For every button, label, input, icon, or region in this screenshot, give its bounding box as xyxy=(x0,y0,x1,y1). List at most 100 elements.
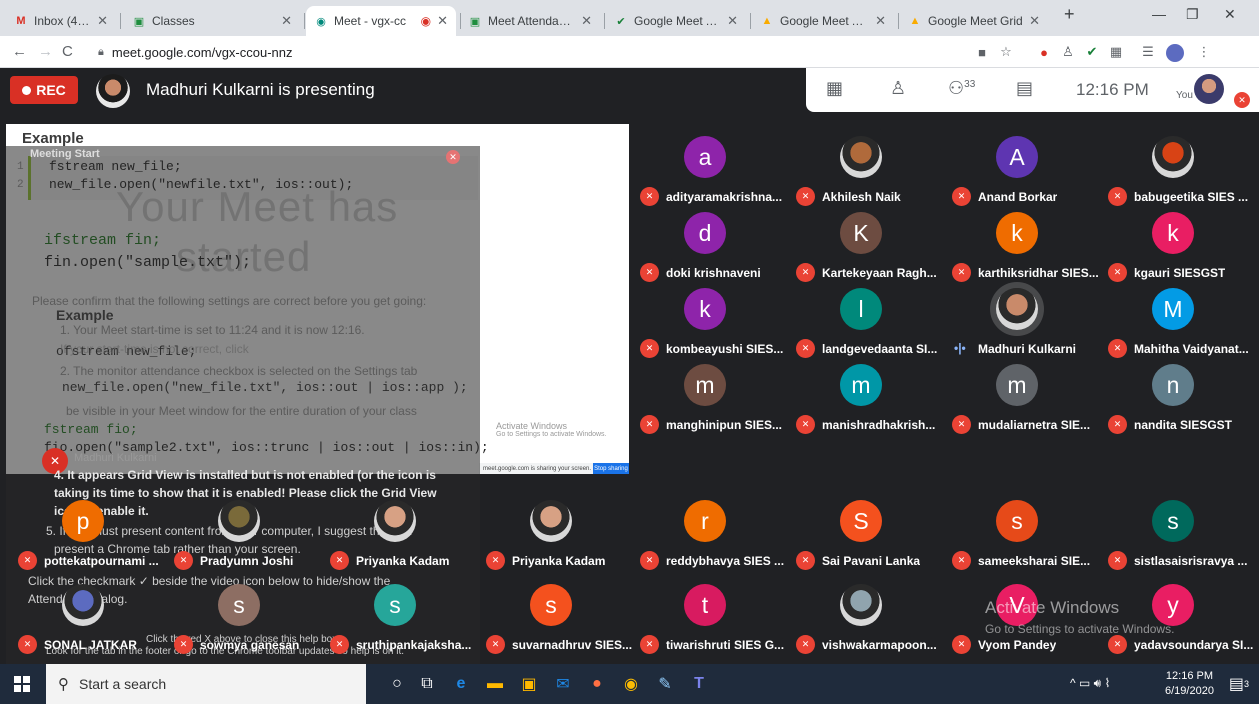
camera-blocked-icon[interactable]: ■ xyxy=(974,44,990,60)
notifications-icon[interactable]: ▤ 3 xyxy=(1228,673,1250,695)
browser-tab[interactable]: ✔ Google Meet Atte ✕ xyxy=(606,6,746,36)
participant-tile[interactable]: ✕ babugeetika SIES ... xyxy=(1104,136,1259,216)
teams-icon[interactable]: T xyxy=(688,673,710,695)
record-label: REC xyxy=(36,82,66,98)
chrome-icon[interactable]: ◉ xyxy=(620,673,642,695)
mic-muted-icon: ✕ xyxy=(18,635,37,654)
edge-icon[interactable]: e xyxy=(450,673,472,695)
tab-label: Meet - vgx-cc xyxy=(334,14,407,28)
browser-tab[interactable]: ▲ Google Meet Atte ✕ xyxy=(752,6,894,36)
tab-separator xyxy=(120,13,121,29)
grid-extension-icon[interactable]: ▦ xyxy=(1108,44,1124,60)
close-tab-icon[interactable]: ✕ xyxy=(875,13,886,29)
browser-tab[interactable]: ▲ Google Meet Grid ✕ xyxy=(900,6,1048,36)
browser-tab[interactable]: ▣ Classes ✕ xyxy=(124,6,300,36)
participant-tile[interactable]: s ✕ sruthipankajaksha... xyxy=(326,584,482,664)
menu-icon[interactable]: ⋮ xyxy=(1196,44,1212,60)
close-tab-icon[interactable]: ✕ xyxy=(1029,13,1040,29)
reading-list-icon[interactable]: ☰ xyxy=(1140,44,1156,60)
mail-icon[interactable]: ✉ xyxy=(552,673,574,695)
participant-tile[interactable]: p ✕ pottekatpournami ... xyxy=(14,500,170,580)
browser-tab[interactable]: M Inbox (4,547) - sor ✕ xyxy=(6,6,116,36)
avatar-initial: k xyxy=(1011,219,1023,246)
self-avatar[interactable] xyxy=(1194,74,1224,104)
firefox-icon[interactable]: ● xyxy=(586,673,608,695)
chat-icon[interactable]: ▤ xyxy=(1016,78,1033,99)
close-tab-icon[interactable]: ✕ xyxy=(437,13,448,29)
participant-tile[interactable]: l ✕ landgevedaanta SI... xyxy=(792,288,948,368)
address-bar[interactable]: 🔒︎ meet.google.com/vgx-ccou-nnz xyxy=(88,39,918,65)
mic-muted-icon: ✕ xyxy=(486,551,505,570)
forward-icon[interactable]: → xyxy=(38,43,53,60)
participant-tile[interactable]: m ✕ mudaliarnetra SIE... xyxy=(948,364,1104,444)
participant-tile[interactable]: ✕ Priyanka Kadam xyxy=(326,500,482,580)
participant-tile[interactable]: s ✕ suvarnadhruv SIES... xyxy=(482,584,638,664)
participant-tile[interactable]: k ✕ kombeayushi SIES... xyxy=(636,288,792,368)
taskbar-clock[interactable]: 12:16 PM 6/19/2020 xyxy=(1165,669,1214,699)
participant-tile[interactable]: m ✕ manishradhakrish... xyxy=(792,364,948,444)
checkmark-extension-icon[interactable]: ✔ xyxy=(1084,44,1100,60)
participant-tile[interactable]: n ✕ nandita SIESGST xyxy=(1104,364,1259,444)
bookmark-star-icon[interactable]: ☆ xyxy=(998,44,1014,60)
participant-tile[interactable]: r ✕ reddybhavya SIES ... xyxy=(636,500,792,580)
participant-name: Anand Borkar xyxy=(978,190,1058,204)
participant-avatar: k xyxy=(684,288,726,330)
participant-tile[interactable]: k ✕ kgauri SIESGST xyxy=(1104,212,1259,292)
grid-view-icon[interactable]: ▦ xyxy=(826,78,843,99)
meeting-clock: 12:16 PM xyxy=(1076,80,1149,99)
participant-name: nandita SIESGST xyxy=(1134,418,1233,432)
participant-tile[interactable]: ✕ vishwakarmapoon... xyxy=(792,584,948,664)
participant-tile[interactable]: •|• Madhuri Kulkarni xyxy=(948,288,1104,368)
app-icon[interactable]: ✎ xyxy=(654,673,676,695)
meet-attendance-extension-icon[interactable]: ♙ xyxy=(1060,44,1076,60)
participant-name: yadavsoundarya SI... xyxy=(1134,638,1254,652)
participant-tile[interactable]: a ✕ adityaramakrishna... xyxy=(636,136,792,216)
attendance-icon[interactable]: ♙ xyxy=(890,78,906,99)
close-tab-icon[interactable]: ✕ xyxy=(97,13,108,29)
participant-tile[interactable]: k ✕ karthiksridhar SIES... xyxy=(948,212,1104,292)
tab-separator xyxy=(604,13,605,29)
participant-tile[interactable]: s ✕ sowmya ganesan xyxy=(170,584,326,664)
participant-tile[interactable]: s ✕ sistlasaisrisravya ... xyxy=(1104,500,1259,580)
line-number: 1 xyxy=(17,161,24,173)
participant-tile[interactable]: ✕ SONAL JATKAR xyxy=(14,584,170,664)
participant-tile[interactable]: m ✕ manghinipun SIES... xyxy=(636,364,792,444)
cortana-icon[interactable]: ○ xyxy=(386,673,408,695)
participant-photo xyxy=(62,584,104,626)
new-tab-button[interactable]: + xyxy=(1064,4,1075,25)
reload-icon[interactable]: C xyxy=(62,43,73,60)
participant-name: karthiksridhar SIES... xyxy=(978,266,1099,280)
back-icon[interactable]: ← xyxy=(12,43,27,60)
participant-tile[interactable]: S ✕ Sai Pavani Lanka xyxy=(792,500,948,580)
task-view-icon[interactable]: ⧉ xyxy=(416,673,438,695)
participant-tile[interactable]: K ✕ Kartekeyaan Ragh... xyxy=(792,212,948,292)
participant-tile[interactable]: ✕ Pradyumn Joshi xyxy=(170,500,326,580)
close-tab-icon[interactable]: ✕ xyxy=(727,13,738,29)
participant-tile[interactable]: M ✕ Mahitha Vaidyanat... xyxy=(1104,288,1259,368)
record-button[interactable]: REC xyxy=(10,76,78,104)
maximize-button[interactable]: ❐ xyxy=(1186,6,1199,23)
close-tab-icon[interactable]: ✕ xyxy=(581,13,592,29)
minimize-button[interactable]: — xyxy=(1152,6,1166,22)
file-explorer-icon[interactable]: ▬ xyxy=(484,673,506,695)
participant-tile[interactable]: t ✕ tiwarishruti SIES G... xyxy=(636,584,792,664)
participant-tile[interactable]: A ✕ Anand Borkar xyxy=(948,136,1104,216)
close-tab-icon[interactable]: ✕ xyxy=(281,13,292,29)
profile-avatar[interactable] xyxy=(1166,44,1184,62)
store-icon[interactable]: ▣ xyxy=(518,673,540,695)
stop-sharing-button[interactable]: Stop sharing xyxy=(593,463,629,474)
participants-icon[interactable]: ⚇33 xyxy=(948,78,975,99)
participant-tile[interactable]: ✕ Priyanka Kadam xyxy=(482,500,638,580)
participant-tile[interactable]: s ✕ sameeksharai SIE... xyxy=(948,500,1104,580)
taskbar-search[interactable]: ⚲ Start a search xyxy=(46,664,366,704)
system-tray[interactable]: ^ ▭ 🔊︎ ⌇ xyxy=(1070,676,1110,691)
extension-icon[interactable]: ● xyxy=(1036,44,1052,60)
avatar-initial: K xyxy=(853,219,869,246)
participant-tile[interactable]: d ✕ doki krishnaveni xyxy=(636,212,792,292)
gmail-icon: M xyxy=(16,15,26,27)
windows-start-icon[interactable] xyxy=(14,676,30,692)
participant-tile[interactable]: ✕ Akhilesh Naik xyxy=(792,136,948,216)
browser-tab[interactable]: ▣ Meet Attendance ✕ xyxy=(460,6,600,36)
close-window-button[interactable]: ✕ xyxy=(1224,6,1236,23)
browser-tab[interactable]: ◉ Meet - vgx-cc ◉ ✕ xyxy=(306,6,456,36)
